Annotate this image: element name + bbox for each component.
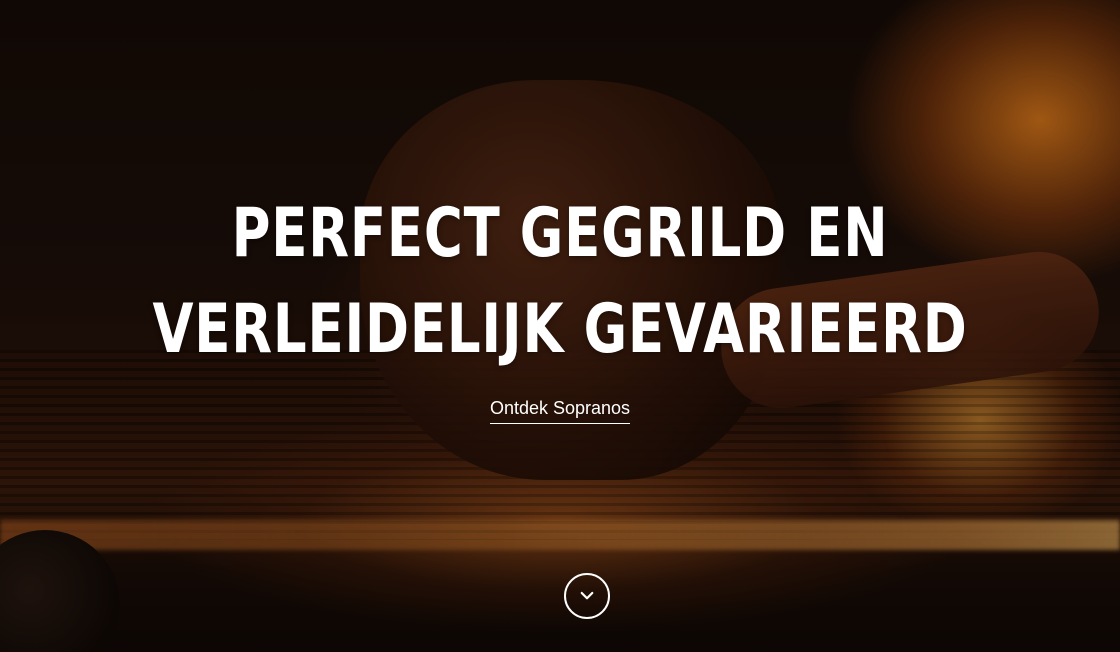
hero-cta-wrapper: Ontdek Sopranos: [0, 396, 1120, 424]
chevron-down-icon: [580, 591, 594, 600]
discover-link[interactable]: Ontdek Sopranos: [489, 396, 631, 424]
hero-section: PERFECT GEGRILD EN VERLEIDELIJK GEVARIEE…: [0, 0, 1120, 652]
hero-title-line1: PERFECT GEGRILD EN: [231, 194, 889, 273]
scroll-down-button[interactable]: [564, 573, 610, 619]
hero-title: PERFECT GEGRILD EN VERLEIDELIJK GEVARIEE…: [123, 186, 997, 378]
hero-title-line2: VERLEIDELIJK GEVARIEERD: [152, 290, 968, 369]
